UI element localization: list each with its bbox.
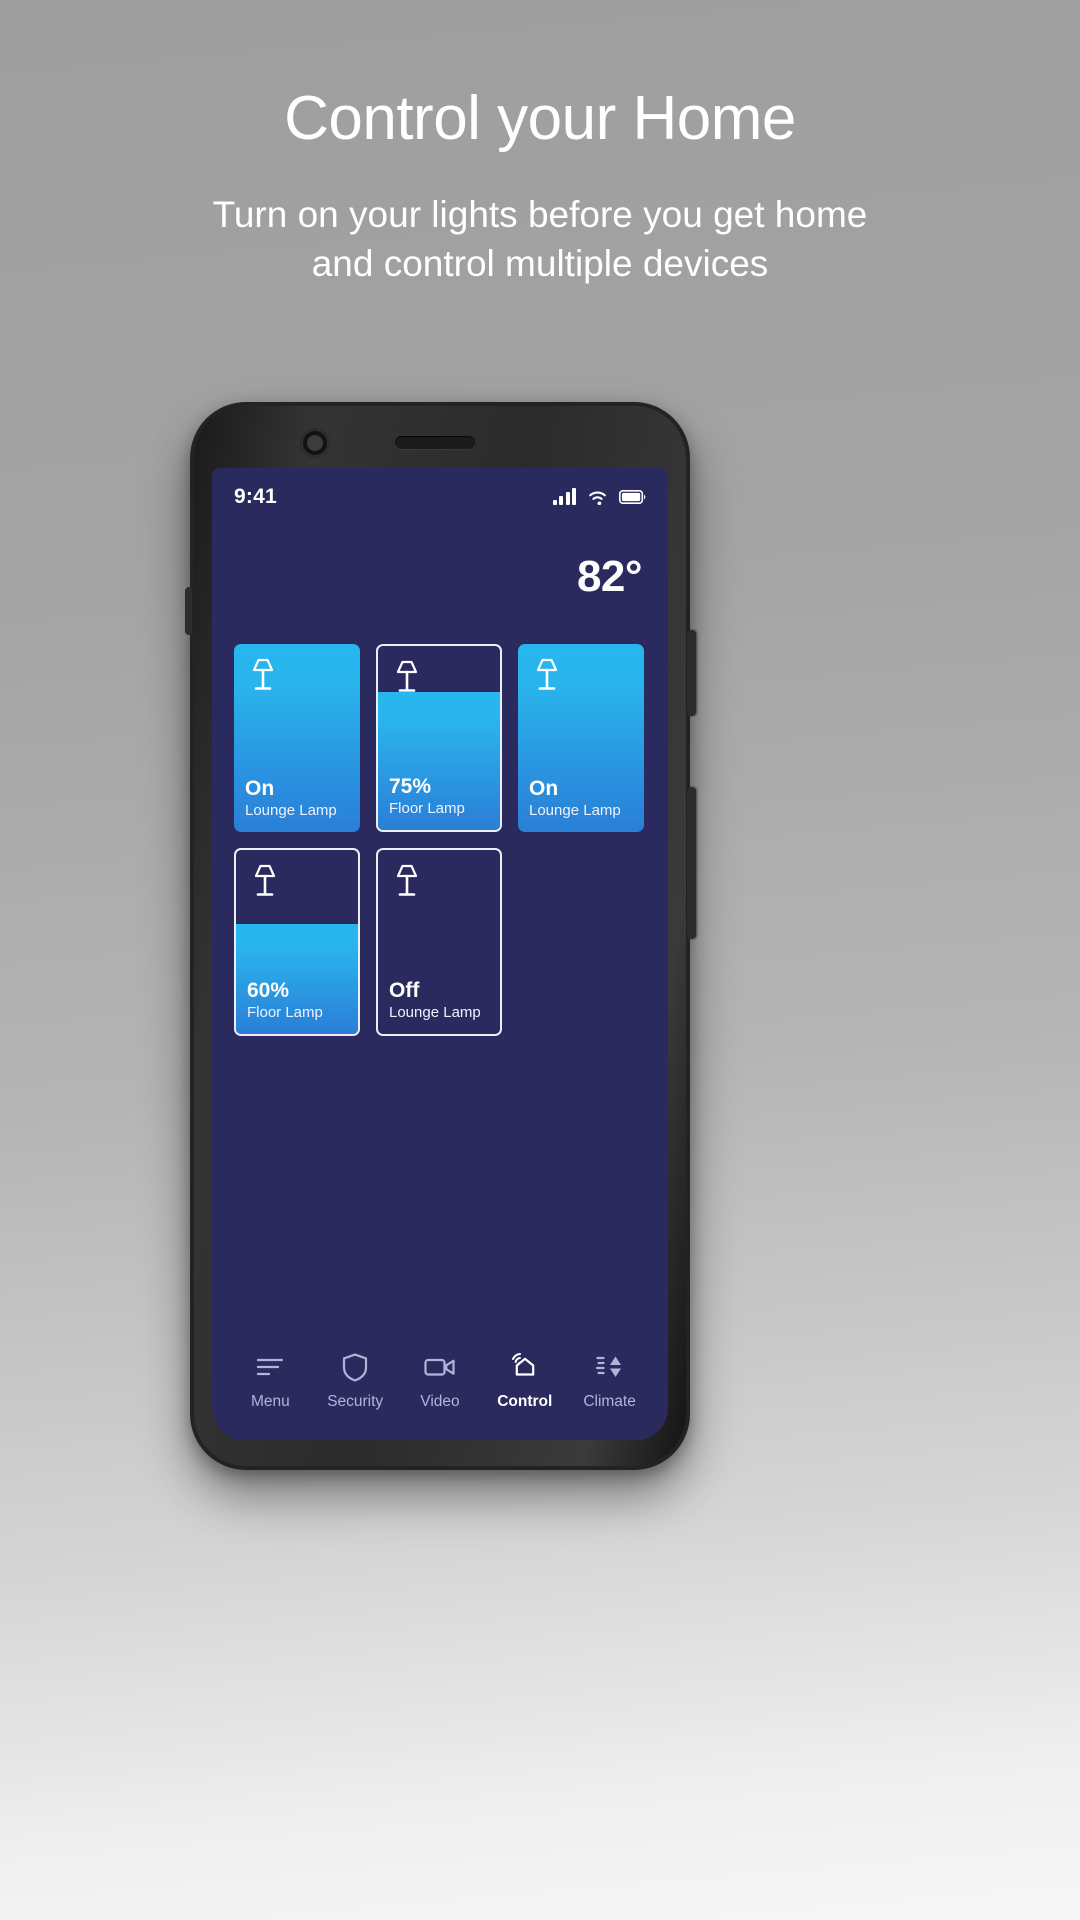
bottom-navigation: Menu Security Video Control Climate — [212, 1336, 668, 1440]
lamp-icon — [254, 864, 276, 896]
device-state-value: On — [245, 776, 275, 800]
device-name: Lounge Lamp — [529, 801, 621, 819]
nav-item-climate[interactable]: Climate — [567, 1352, 652, 1411]
device-state-value: 75% — [389, 774, 432, 798]
device-state-value: 60% — [247, 978, 290, 1002]
device-state-value: On — [529, 776, 559, 800]
device-card[interactable]: On Lounge Lamp — [234, 644, 360, 832]
shield-icon — [342, 1352, 368, 1382]
climate-icon — [595, 1352, 625, 1382]
nav-label: Control — [497, 1393, 553, 1410]
nav-item-video[interactable]: Video — [398, 1352, 483, 1411]
phone-power-button[interactable] — [687, 787, 696, 939]
front-camera-icon — [300, 428, 330, 458]
page-title: Control your Home — [284, 84, 796, 153]
lamp-icon — [396, 660, 418, 692]
nav-label: Climate — [583, 1393, 636, 1410]
device-card[interactable]: Off Lounge Lamp — [376, 848, 502, 1036]
device-state-value: Off — [389, 978, 420, 1002]
nav-item-control[interactable]: Control — [482, 1352, 567, 1411]
earpiece-speaker — [395, 436, 475, 449]
phone-mockup: 9:41 82° On Lounge Lamp 75% Floor Lamp O… — [185, 402, 696, 1470]
camcorder-icon — [424, 1352, 456, 1382]
nav-label: Menu — [251, 1393, 290, 1410]
nav-label: Security — [327, 1393, 384, 1410]
page-subtitle: Turn on your lights before you get home … — [212, 194, 868, 284]
status-bar-icons — [552, 488, 647, 505]
nav-item-menu[interactable]: Menu — [228, 1352, 313, 1411]
device-name: Floor Lamp — [389, 799, 465, 817]
temperature-readout: 82° — [576, 552, 643, 601]
signal-icon — [552, 488, 576, 505]
wifi-icon — [589, 491, 606, 505]
phone-screen: 9:41 82° On Lounge Lamp 75% Floor Lamp O… — [212, 468, 668, 1440]
nav-label: Video — [420, 1393, 460, 1410]
phone-silent-switch[interactable] — [185, 587, 192, 635]
menu-icon — [256, 1352, 284, 1382]
device-name: Floor Lamp — [247, 1003, 323, 1021]
home-wifi-icon — [510, 1352, 540, 1382]
device-name: Lounge Lamp — [245, 801, 337, 819]
lamp-icon — [396, 864, 418, 896]
nav-item-security[interactable]: Security — [313, 1352, 398, 1411]
promo-text-block: Control your Home Turn on your lights be… — [0, 86, 1080, 289]
status-bar-time: 9:41 — [234, 485, 277, 508]
device-name: Lounge Lamp — [389, 1003, 481, 1021]
device-card[interactable]: 60% Floor Lamp — [234, 848, 360, 1036]
status-bar: 9:41 — [212, 468, 668, 526]
lamp-icon — [536, 658, 558, 690]
device-card[interactable]: On Lounge Lamp — [518, 644, 644, 832]
device-card-grid: On Lounge Lamp 75% Floor Lamp On Lounge … — [234, 644, 646, 1036]
battery-icon — [619, 490, 646, 504]
lamp-icon — [252, 658, 274, 690]
device-card[interactable]: 75% Floor Lamp — [376, 644, 502, 832]
phone-volume-button[interactable] — [687, 630, 696, 716]
